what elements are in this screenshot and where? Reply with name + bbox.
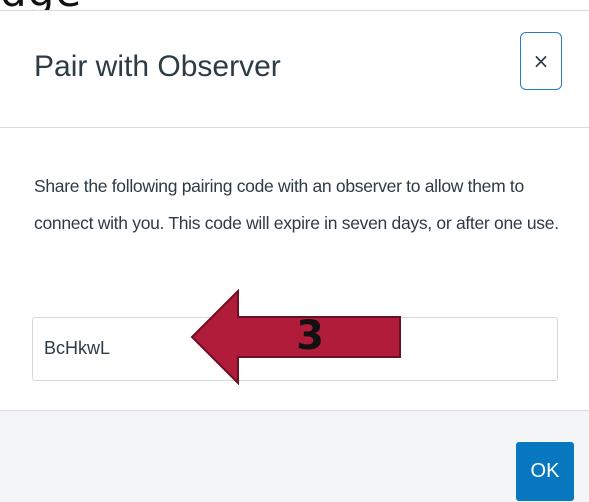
dialog-title: Pair with Observer: [34, 50, 281, 83]
step-number-label: 3: [296, 313, 324, 359]
dialog-footer: OK: [0, 410, 589, 502]
page: dge Pair with Observer × Share the follo…: [0, 0, 589, 502]
close-icon: ×: [532, 49, 550, 73]
close-button[interactable]: ×: [520, 32, 562, 90]
pair-with-observer-dialog: Pair with Observer × Share the following…: [0, 10, 589, 502]
pairing-code-value: BcHkwL: [44, 338, 111, 358]
pairing-instructions: Share the following pairing code with an…: [34, 176, 559, 233]
ok-button[interactable]: OK: [516, 442, 574, 501]
dialog-header: Pair with Observer ×: [0, 11, 589, 128]
